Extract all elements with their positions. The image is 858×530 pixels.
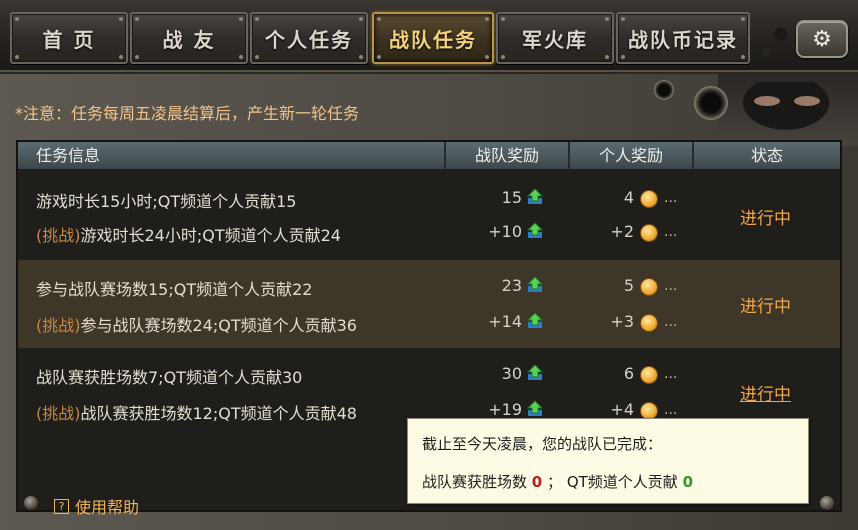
task-description: 战队赛获胜场数7;QT频道个人贡献30 [36,368,303,387]
table-header: 任务信息 战队奖励 个人奖励 状态 [18,142,840,170]
task-description: 参与战队赛场数15;QT频道个人贡献22 [36,280,313,299]
header-status: 状态 [750,146,783,165]
status-in-progress-link[interactable]: 进行中 [740,380,791,405]
challenge-text: 参与战队赛场数24;QT频道个人贡献36 [80,316,357,335]
team-bonus-value: +19 [488,400,522,419]
personal-bonus-value: +2 [610,222,634,241]
help-label: 使用帮助 [75,498,140,517]
green-up-arrow-icon [526,276,544,292]
challenge-description: (挑战)参与战队赛场数24;QT频道个人贡献36 [36,312,357,336]
tab-friends[interactable]: 战 友 [130,12,248,64]
tab-home-label: 首 页 [42,27,96,52]
tab-armory[interactable]: 军火库 [496,12,614,64]
team-reward-value: 15 [501,188,522,207]
help-link[interactable]: ? 使用帮助 [54,494,139,518]
personal-reward-value: 5 [623,276,634,295]
team-bonus-value: +14 [488,312,522,331]
gear-icon: ⚙ [812,26,832,52]
more-indicator: ... [664,278,678,294]
gold-coin-icon [640,190,658,208]
tooltip-progress-line: 战队赛获胜场数 0 ； QT频道个人贡献 0 [422,471,693,492]
settings-button[interactable]: ⚙ [796,20,848,58]
personal-reward-value: 4 [623,188,634,207]
challenge-text: 游戏时长24小时;QT频道个人贡献24 [80,226,341,245]
more-indicator: ... [664,224,678,240]
tab-team-coin-records-label: 战队币记录 [628,27,738,52]
challenge-description: (挑战)游戏时长24小时;QT频道个人贡献24 [36,222,341,246]
soldier-banner-image [718,74,858,146]
challenge-text: 战队赛获胜场数12;QT频道个人贡献48 [80,404,357,423]
tab-team-coin-records[interactable]: 战队币记录 [616,12,750,64]
more-indicator: ... [664,366,678,382]
personal-bonus-value: +4 [610,400,634,419]
completion-tooltip: 截止至今天凌晨，您的战队已完成： 战队赛获胜场数 0 ； QT频道个人贡献 0 [407,418,809,504]
challenge-tag: (挑战) [36,404,81,423]
status-in-progress[interactable]: 进行中 [740,204,791,229]
more-indicator: ... [664,402,678,418]
bullet-splatter-decoration [752,10,800,70]
personal-bonus-value: +3 [610,312,634,331]
bullet-hole-decoration [694,86,728,120]
bullet-hole-decoration [654,80,674,100]
challenge-description: (挑战)战队赛获胜场数12;QT频道个人贡献48 [36,400,357,424]
tooltip-separator: ； [547,473,563,491]
gold-coin-icon [640,314,658,332]
header-task-info: 任务信息 [18,142,446,170]
help-icon: ? [54,498,69,514]
more-indicator: ... [664,314,678,330]
green-up-arrow-icon [526,188,544,204]
status-in-progress[interactable]: 进行中 [740,292,791,317]
green-up-arrow-icon [526,400,544,416]
tab-friends-label: 战 友 [162,27,216,52]
green-up-arrow-icon [526,312,544,328]
green-up-arrow-icon [526,364,544,380]
tab-team-tasks-label: 战队任务 [389,27,477,52]
bolt-decoration [820,496,834,510]
challenge-tag: (挑战) [36,226,81,245]
task-description: 游戏时长15小时;QT频道个人贡献15 [36,192,297,211]
gold-coin-icon [640,366,658,384]
personal-reward-value: 6 [623,364,634,383]
tooltip-title: 截止至今天凌晨，您的战队已完成： [422,435,663,453]
contribution-value: 0 [682,473,694,491]
tab-personal-tasks-label: 个人任务 [265,27,353,52]
contribution-label: QT频道个人贡献 [566,473,678,491]
wins-label: 战队赛获胜场数 [422,473,528,491]
gold-coin-icon [640,224,658,242]
tab-armory-label: 军火库 [522,27,588,52]
green-up-arrow-icon [526,222,544,238]
team-reward-value: 30 [501,364,522,383]
tab-home[interactable]: 首 页 [10,12,128,64]
header-personal-reward: 个人奖励 [570,142,694,170]
challenge-tag: (挑战) [36,316,81,335]
table-row: 参与战队赛场数15;QT频道个人贡献22 (挑战)参与战队赛场数24;QT频道个… [18,260,840,348]
wins-value: 0 [531,473,543,491]
tab-personal-tasks[interactable]: 个人任务 [250,12,368,64]
bolt-decoration [24,496,38,510]
header-team-reward: 战队奖励 [446,142,570,170]
weekly-reset-notice: *注意：任务每周五凌晨结算后，产生新一轮任务 [15,104,360,123]
more-indicator: ... [664,190,678,206]
top-navigation: 首 页 战 友 个人任务 战队任务 军火库 战队币记录 ⚙ [0,0,858,72]
team-reward-value: 23 [501,276,522,295]
tab-team-tasks[interactable]: 战队任务 [372,12,494,64]
team-bonus-value: +10 [488,222,522,241]
table-row: 游戏时长15小时;QT频道个人贡献15 (挑战)游戏时长24小时;QT频道个人贡… [18,172,840,260]
gold-coin-icon [640,278,658,296]
